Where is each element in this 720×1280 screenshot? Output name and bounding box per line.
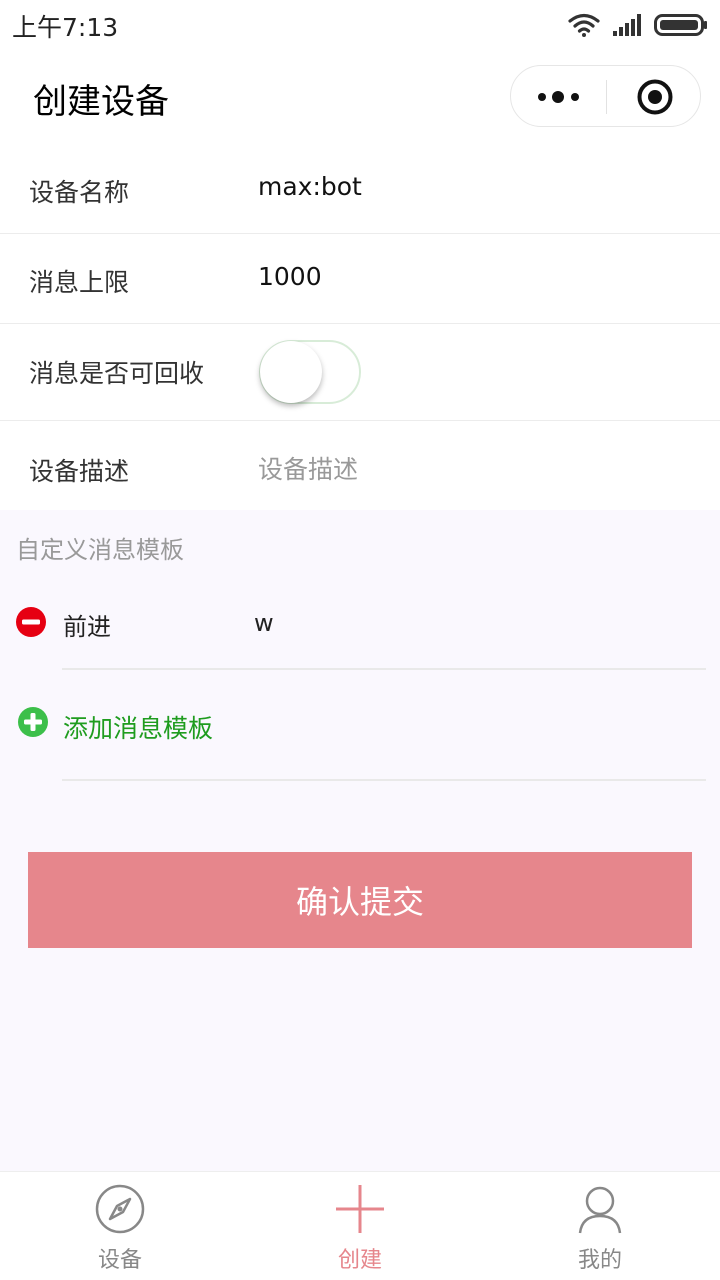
close-target-icon — [637, 79, 672, 115]
plus-icon — [336, 1185, 384, 1233]
tab-devices[interactable]: 设备 — [0, 1172, 240, 1280]
more-button[interactable] — [511, 66, 606, 128]
recyclable-row: 消息是否可回收 — [0, 324, 720, 421]
tab-label: 创建 — [337, 1248, 382, 1273]
recyclable-toggle[interactable] — [259, 340, 361, 404]
device-name-input[interactable]: max:bot — [258, 172, 362, 201]
compass-icon — [95, 1184, 145, 1234]
tab-label: 我的 — [577, 1248, 622, 1273]
message-limit-input[interactable]: 1000 — [258, 262, 322, 291]
submit-button[interactable]: 确认提交 — [28, 852, 692, 948]
message-limit-row: 消息上限 1000 — [0, 234, 720, 324]
battery-icon — [654, 14, 707, 36]
status-icons — [568, 12, 708, 38]
capsule-menu — [510, 65, 701, 127]
device-name-row: 设备名称 max:bot — [0, 144, 720, 234]
recyclable-label: 消息是否可回收 — [29, 359, 205, 388]
toggle-knob — [260, 341, 322, 403]
user-icon — [578, 1186, 622, 1234]
remove-circle-icon[interactable] — [15, 606, 47, 638]
add-template-label: 添加消息模板 — [63, 714, 214, 743]
template-name[interactable]: 前进 — [63, 607, 111, 642]
add-template-divider — [62, 779, 706, 781]
description-input[interactable]: 设备描述 — [258, 450, 358, 486]
device-name-label: 设备名称 — [29, 178, 130, 207]
device-form: 设备名称 max:bot 消息上限 1000 消息是否可回收 设备描述 设备描述 — [0, 144, 720, 510]
template-value[interactable]: w — [254, 609, 274, 637]
close-miniprogram-button[interactable] — [607, 66, 702, 128]
status-bar: 上午7:13 — [0, 0, 720, 50]
template-item: 前进 w — [0, 590, 720, 670]
page-title: 创建设备 — [33, 82, 169, 122]
navigation-bar: 创建设备 — [0, 50, 720, 144]
wifi-icon — [568, 13, 600, 37]
tab-mine[interactable]: 我的 — [480, 1172, 720, 1280]
description-row: 设备描述 设备描述 — [0, 421, 720, 510]
tab-create[interactable]: 创建 — [240, 1172, 480, 1280]
template-divider — [62, 668, 706, 670]
signal-icon — [613, 14, 641, 36]
tab-label: 设备 — [97, 1248, 142, 1273]
status-time: 上午7:13 — [12, 13, 119, 42]
tab-bar: 设备 创建 我的 — [0, 1171, 720, 1280]
template-section-title: 自定义消息模板 — [16, 536, 184, 564]
more-icon — [537, 91, 579, 103]
message-limit-label: 消息上限 — [29, 268, 130, 297]
add-circle-icon — [18, 707, 48, 737]
description-label: 设备描述 — [29, 457, 130, 486]
add-template-button[interactable]: 添加消息模板 — [0, 700, 720, 760]
